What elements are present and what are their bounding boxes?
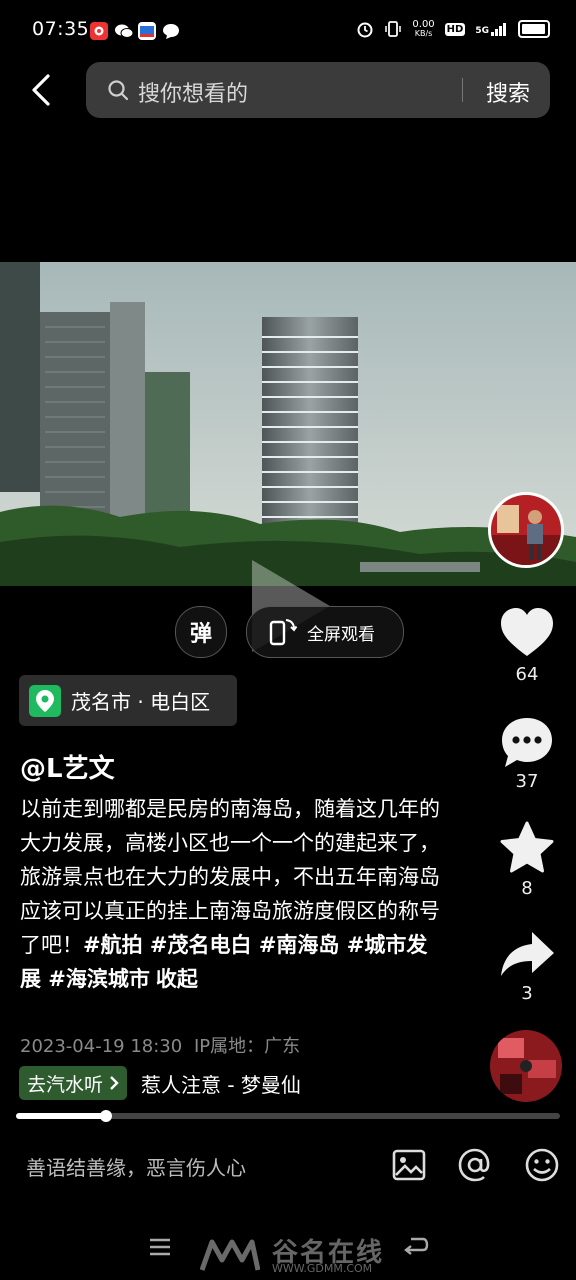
menu-nav-icon[interactable] (148, 1236, 172, 1258)
like-count: 64 (515, 664, 539, 685)
comment-count: 37 (515, 771, 539, 792)
wechat-icon (114, 22, 134, 40)
song-title[interactable]: 惹人注意 - 梦曼仙 (141, 1069, 301, 1098)
status-right-group: 0.00 KB/s HD 5G (356, 20, 550, 38)
message-bubble-icon (162, 22, 180, 40)
music-disc-avatar[interactable] (490, 1030, 562, 1102)
signal-bars-icon (491, 23, 506, 36)
location-text: 茂名市 · 电白区 (71, 690, 211, 714)
chevron-left-icon (32, 74, 50, 106)
location-tag[interactable]: 茂名市 · 电白区 (19, 675, 237, 726)
progress-fill (16, 1113, 106, 1119)
net-speed-value: 0.00 (412, 19, 435, 30)
status-time: 07:35 (32, 18, 90, 40)
back-nav-icon[interactable] (403, 1236, 429, 1258)
listen-in-app-button[interactable]: 去汽水听 (19, 1066, 128, 1100)
like-heart-icon[interactable] (498, 604, 556, 662)
collapse-button[interactable]: 收起 (156, 967, 198, 991)
search-input[interactable]: 搜你想看的 (138, 76, 248, 108)
image-icon[interactable] (390, 1146, 428, 1184)
post-meta: 2023-04-19 18:30 IP属地：广东 (20, 1032, 300, 1058)
search-bar[interactable]: 搜你想看的 搜索 (86, 62, 550, 118)
net-speed-unit: KB/s (414, 29, 433, 38)
progress-handle[interactable] (100, 1110, 112, 1122)
battery-icon (518, 20, 550, 38)
signal-label: 5G (475, 26, 489, 36)
back-button[interactable] (22, 70, 62, 110)
mention-icon[interactable] (456, 1146, 494, 1184)
favorite-star-icon[interactable] (498, 820, 556, 878)
vibrate-icon (385, 21, 402, 37)
post-datetime: 2023-04-19 18:30 (20, 1036, 183, 1057)
author-avatar[interactable] (488, 492, 564, 568)
status-bar: 07:35 0.00 KB/s HD 5G (0, 0, 576, 56)
search-divider (462, 78, 463, 102)
watermark-logo (200, 1239, 260, 1271)
comment-icon[interactable] (498, 714, 556, 772)
hd-badge: HD (444, 22, 466, 36)
alarm-icon (357, 22, 373, 38)
favorite-count: 8 (521, 878, 533, 899)
listen-label: 去汽水听 (27, 1073, 104, 1096)
search-button[interactable]: 搜索 (482, 74, 534, 110)
share-count: 3 (521, 983, 533, 1004)
notification-app-icon (90, 22, 108, 40)
share-arrow-icon[interactable] (498, 926, 556, 984)
fullscreen-button[interactable]: 全屏观看 (246, 606, 404, 658)
post-description: 以前走到哪都是民房的南海岛，随着这几年的大力发展，高楼小区也一个一个的建起来了，… (20, 792, 440, 996)
comment-input[interactable]: 善语结善缘，恶言伤人心 (26, 1152, 246, 1181)
chevron-right-icon (110, 1076, 119, 1090)
author-name[interactable]: @L艺文 (20, 748, 115, 785)
search-icon (108, 80, 129, 101)
fullscreen-label: 全屏观看 (307, 624, 375, 645)
danmu-toggle-button[interactable]: 弹 (175, 606, 227, 658)
ip-location: IP属地：广东 (193, 1036, 301, 1057)
rotate-screen-icon (269, 619, 298, 646)
watermark-url: WWW.GDMM.COM (272, 1262, 373, 1275)
emoji-icon[interactable] (523, 1146, 561, 1184)
location-pin-icon (29, 684, 61, 717)
news-app-icon (138, 22, 156, 40)
